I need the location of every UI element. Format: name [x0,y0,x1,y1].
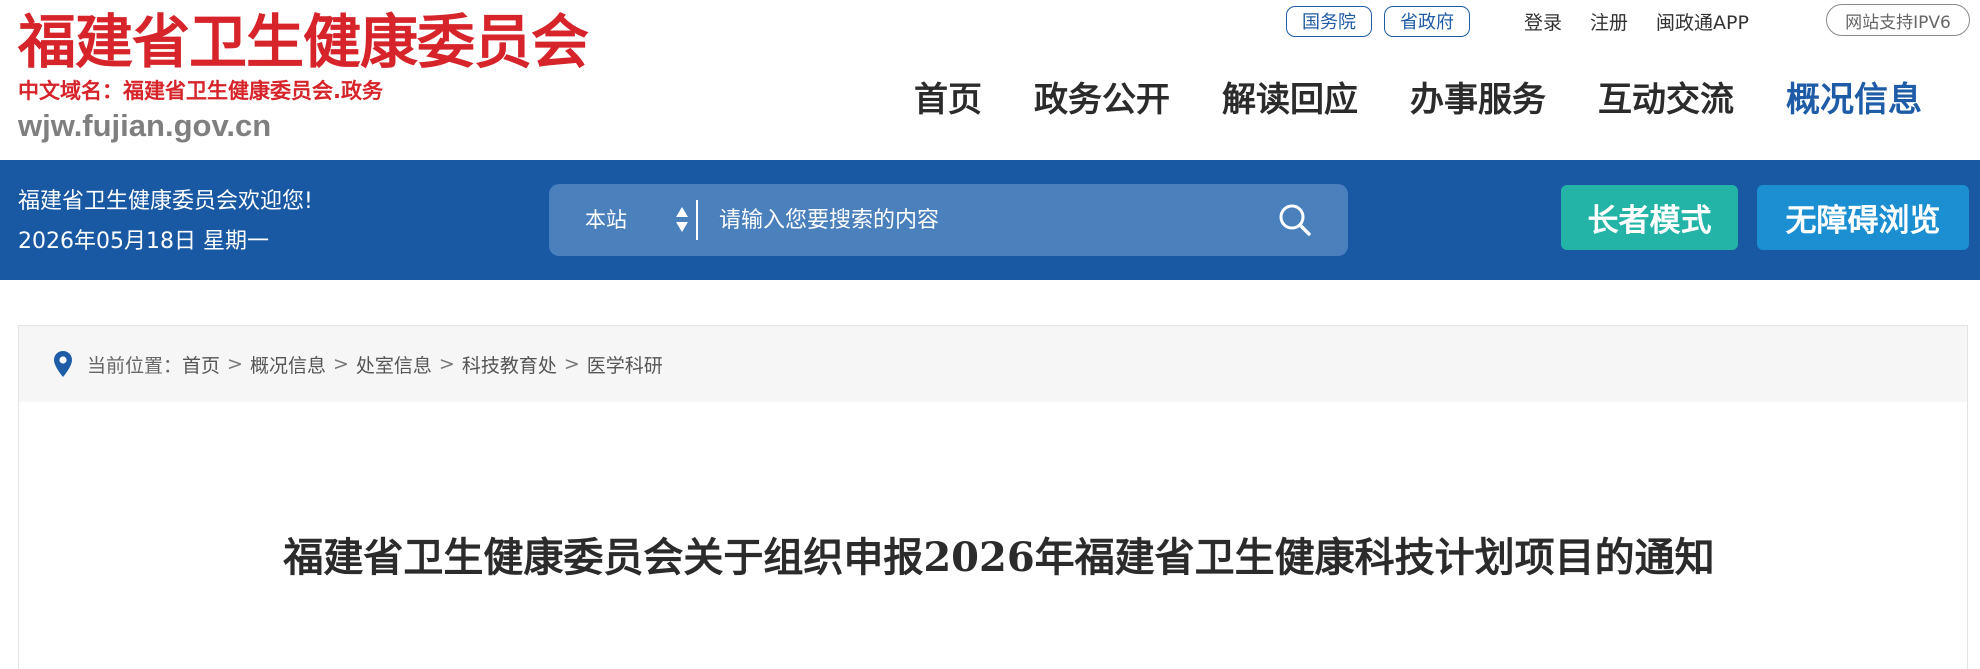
login-link[interactable]: 登录 [1524,8,1562,35]
site-header: 福建省卫生健康委员会 中文域名：福建省卫生健康委员会.政务 wjw.fujian… [0,0,1980,160]
nav-item-services[interactable]: 办事服务 [1410,74,1546,126]
breadcrumb-department-info[interactable]: 处室信息 [356,351,432,378]
nav-item-interaction[interactable]: 互动交流 [1598,74,1734,126]
article-container: 当前位置： 首页 > 概况信息 > 处室信息 > 科技教育处 > 医学科研 福建… [18,325,1968,669]
site-url: wjw.fujian.gov.cn [18,108,272,143]
article-title: 福建省卫生健康委员会关于组织申报2026年福建省卫生健康科技计划项目的通知 [283,534,1715,581]
breadcrumb-medical-research[interactable]: 医学科研 [587,351,663,378]
search-icon[interactable] [1275,200,1315,240]
site-domain-label: 中文域名：福建省卫生健康委员会.政务 [18,79,383,103]
welcome-block: 福建省卫生健康委员会欢迎您! 2026年05月18日 星期一 [18,182,313,262]
current-date: 2026年05月18日 星期一 [18,229,269,254]
breadcrumb-science-education[interactable]: 科技教育处 [462,351,557,378]
breadcrumb-prefix: 当前位置： [87,354,183,377]
location-pin-icon [53,350,73,378]
breadcrumb-separator: > [438,353,455,375]
welcome-text: 福建省卫生健康委员会欢迎您! [18,189,313,214]
up-down-arrow-icon[interactable] [675,205,689,235]
breadcrumb-separator: > [563,353,580,375]
breadcrumb-overview[interactable]: 概况信息 [250,351,326,378]
top-links: 国务院 省政府 登录 注册 闽政通APP [1286,5,1749,37]
search-bar: 本站 [549,184,1348,256]
elder-mode-button[interactable]: 长者模式 [1561,185,1738,250]
site-logo[interactable]: 福建省卫生健康委员会 中文域名：福建省卫生健康委员会.政务 wjw.fujian… [18,6,589,146]
accessible-browsing-button[interactable]: 无障碍浏览 [1757,185,1969,250]
nav-item-interpretation[interactable]: 解读回应 [1222,74,1358,126]
guowuyuan-link[interactable]: 国务院 [1286,5,1372,37]
breadcrumb-home[interactable]: 首页 [182,351,220,378]
provincial-government-link[interactable]: 省政府 [1384,5,1470,37]
search-input[interactable] [719,196,1259,244]
main-nav: 首页 政务公开 解读回应 办事服务 互动交流 概况信息 [914,74,1922,126]
nav-item-overview[interactable]: 概况信息 [1786,74,1922,126]
ipv6-badge[interactable]: 网站支持IPV6 [1826,4,1970,36]
search-divider [696,200,698,240]
site-title: 福建省卫生健康委员会 [18,8,589,76]
mzt-app-link[interactable]: 闽政通APP [1656,8,1749,35]
register-link[interactable]: 注册 [1590,8,1628,35]
breadcrumb-separator: > [332,353,349,375]
breadcrumb: 当前位置： 首页 > 概况信息 > 处室信息 > 科技教育处 > 医学科研 [19,326,1967,402]
breadcrumb-separator: > [227,353,243,375]
nav-item-government-affairs[interactable]: 政务公开 [1034,74,1170,126]
blue-banner: 福建省卫生健康委员会欢迎您! 2026年05月18日 星期一 本站 长者模式 无… [0,160,1980,280]
nav-item-home[interactable]: 首页 [914,74,982,126]
search-scope-select[interactable]: 本站 [585,184,627,256]
